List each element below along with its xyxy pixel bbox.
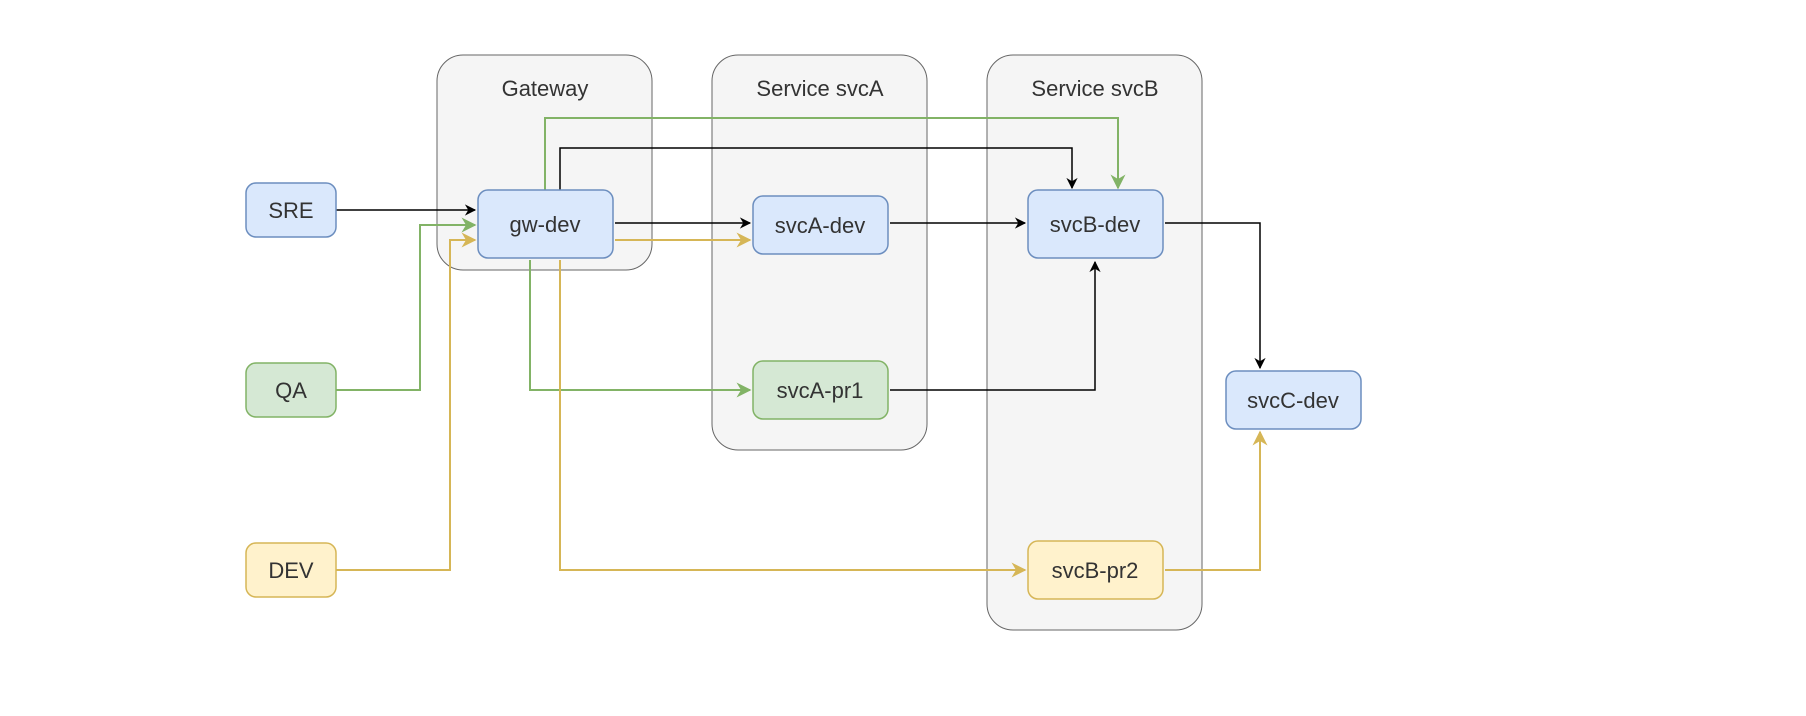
node-sre: SRE (246, 183, 336, 237)
group-svcA-label: Service svcA (756, 76, 883, 101)
node-svcA-dev: svcA-dev (753, 196, 888, 254)
node-svcB-dev-label: svcB-dev (1050, 212, 1140, 237)
node-svcA-dev-label: svcA-dev (775, 213, 865, 238)
node-dev-label: DEV (268, 558, 314, 583)
node-gw-dev-label: gw-dev (510, 212, 581, 237)
node-svcA-pr1-label: svcA-pr1 (777, 378, 864, 403)
group-svcB-label: Service svcB (1031, 76, 1158, 101)
node-dev: DEV (246, 543, 336, 597)
node-svcB-pr2-label: svcB-pr2 (1052, 558, 1139, 583)
node-qa-label: QA (275, 378, 307, 403)
group-gateway-label: Gateway (502, 76, 589, 101)
node-gw-dev: gw-dev (478, 190, 613, 258)
node-qa: QA (246, 363, 336, 417)
node-svcC-dev-label: svcC-dev (1247, 388, 1339, 413)
diagram-canvas: Gateway Service svcA Service svcB SRE (0, 0, 1806, 716)
node-svcA-pr1: svcA-pr1 (753, 361, 888, 419)
edge-dev-to-gw-dev (336, 240, 475, 570)
node-svcB-dev: svcB-dev (1028, 190, 1163, 258)
node-svcC-dev: svcC-dev (1226, 371, 1361, 429)
node-sre-label: SRE (268, 198, 313, 223)
node-svcB-pr2: svcB-pr2 (1028, 541, 1163, 599)
